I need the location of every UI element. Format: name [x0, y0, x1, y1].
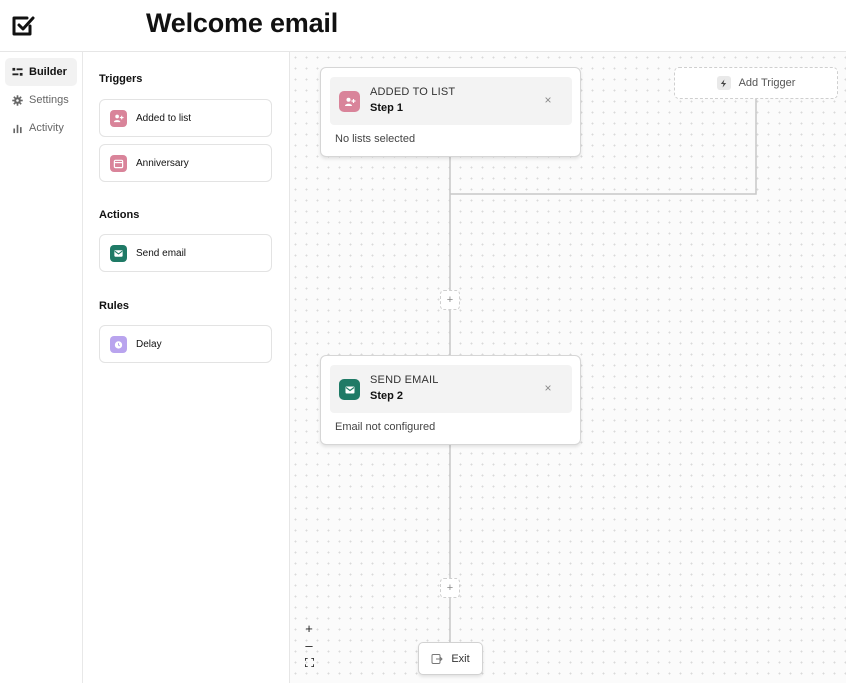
palette-trigger-anniversary[interactable]: Anniversary [99, 144, 272, 182]
nav-item-builder[interactable]: Builder [5, 58, 77, 86]
user-plus-icon [339, 91, 360, 112]
nav-label-activity: Activity [29, 122, 64, 134]
palette-rule-delay[interactable]: Delay [99, 325, 272, 363]
palette-trigger-label: Anniversary [136, 157, 189, 169]
node-description: Email not configured [335, 421, 436, 433]
zoom-in-button[interactable]: + [301, 620, 317, 637]
side-nav: Builder Settings Activity [0, 52, 83, 683]
bolt-icon [716, 76, 731, 90]
flow-node-step-1[interactable]: ADDED TO LIST Step 1 × No lists selected [320, 67, 581, 157]
palette-action-send-email[interactable]: Send email [99, 234, 272, 272]
page-title: Welcome email [146, 8, 338, 38]
node-type-label: SEND EMAIL [370, 374, 439, 386]
calendar-icon [110, 154, 127, 172]
exit-label: Exit [451, 652, 470, 665]
exit-node[interactable]: Exit [418, 642, 483, 675]
add-step-button[interactable]: + [440, 290, 460, 310]
mail-icon [339, 379, 360, 400]
nav-label-settings: Settings [29, 94, 69, 106]
zoom-out-button[interactable]: – [301, 637, 317, 654]
gear-icon [12, 94, 23, 106]
bar-chart-icon [13, 124, 22, 133]
palette-trigger-label: Added to list [136, 112, 192, 124]
flow-node-step-2[interactable]: SEND EMAIL Step 2 × Email not configured [320, 355, 581, 445]
palette-action-label: Send email [136, 247, 187, 259]
rules-heading: Rules [99, 300, 129, 312]
triggers-heading: Triggers [99, 73, 143, 85]
check-badge-icon[interactable] [10, 12, 38, 40]
nav-label-builder: Builder [29, 66, 67, 78]
node-description: No lists selected [335, 133, 416, 145]
node-step-label: Step 2 [370, 390, 404, 402]
actions-heading: Actions [99, 209, 140, 221]
top-bar: Welcome email [0, 0, 846, 52]
zoom-controls: + – [301, 620, 317, 671]
close-icon[interactable]: × [541, 381, 555, 395]
node-type-label: ADDED TO LIST [370, 86, 456, 98]
node-header: ADDED TO LIST Step 1 × [330, 77, 572, 125]
palette-trigger-added-to-list[interactable]: Added to list [99, 99, 272, 137]
flow-canvas[interactable]: Add Trigger ADDED TO LIST Step 1 × No li… [290, 52, 846, 683]
palette-rule-label: Delay [136, 338, 162, 350]
exit-icon [431, 653, 444, 664]
user-plus-icon [110, 109, 127, 127]
add-step-button[interactable]: + [440, 578, 460, 598]
fit-view-icon [304, 658, 314, 667]
node-header: SEND EMAIL Step 2 × [330, 365, 572, 413]
node-step-label: Step 1 [370, 102, 404, 114]
step-palette: Triggers Added to list Anniversary Actio… [83, 52, 290, 683]
nav-item-activity[interactable]: Activity [5, 114, 77, 142]
add-trigger-label: Add Trigger [738, 77, 796, 89]
builder-icon [12, 67, 23, 76]
mail-icon [110, 244, 127, 262]
fit-view-button[interactable] [301, 654, 317, 671]
add-trigger-button[interactable]: Add Trigger [674, 67, 838, 99]
nav-item-settings[interactable]: Settings [5, 86, 77, 114]
clock-icon [110, 335, 127, 353]
close-icon[interactable]: × [541, 93, 555, 107]
